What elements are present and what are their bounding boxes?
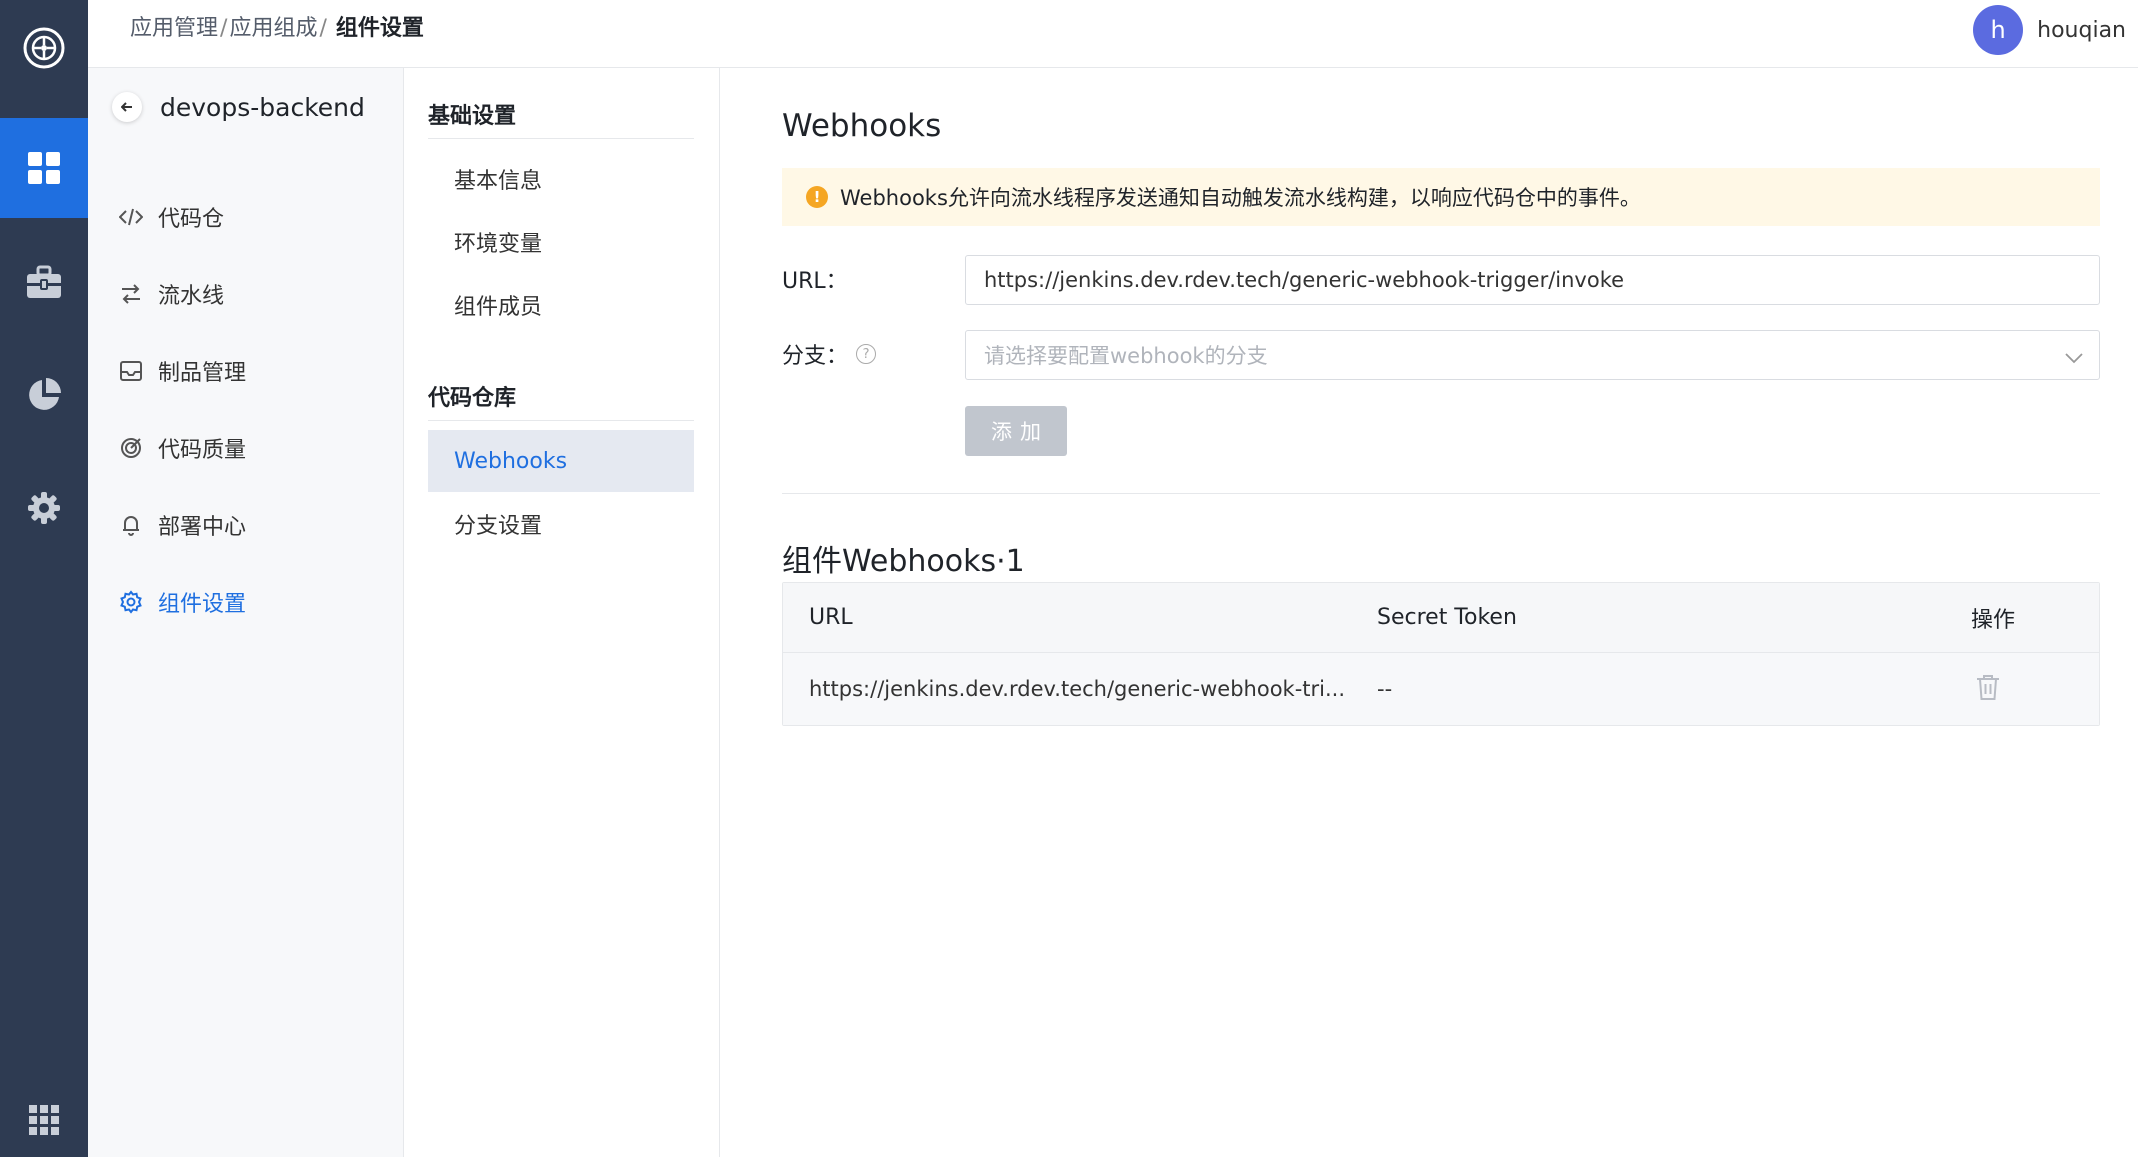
- code-icon: [118, 204, 144, 230]
- pipeline-icon: [118, 281, 144, 307]
- component-sidebar: devops-backend 代码仓 流水线 制品管理 代码质量 部署中心 组件…: [88, 68, 404, 1157]
- bell-icon: [118, 512, 144, 538]
- info-alert: ! Webhooks允许向流水线程序发送通知自动触发流水线构建，以响应代码仓中的…: [782, 168, 2100, 226]
- component-header: devops-backend: [112, 92, 365, 122]
- table-row: https://jenkins.dev.rdev.tech/generic-we…: [783, 653, 2099, 725]
- global-nav-rail: [0, 0, 88, 1157]
- breadcrumb-item[interactable]: 应用组成: [229, 16, 317, 41]
- warning-icon: !: [806, 186, 828, 208]
- avatar[interactable]: h: [1973, 5, 2024, 55]
- column-header-url: URL: [809, 605, 853, 630]
- page-title: Webhooks: [782, 108, 942, 144]
- target-icon: [118, 435, 144, 461]
- app-launcher-icon[interactable]: [0, 1070, 88, 1157]
- settings-icon[interactable]: [0, 458, 88, 558]
- app-root: 应用管理/应用组成/ 组件设置 h houqian devops-backend…: [0, 0, 2138, 1157]
- branch-select[interactable]: 请选择要配置webhook的分支: [965, 330, 2100, 380]
- branch-label: 分支： ?: [782, 338, 877, 370]
- menu-item-label: 代码质量: [158, 437, 247, 463]
- breadcrumb-current: 组件设置: [335, 16, 424, 41]
- menu-item-component-settings[interactable]: 组件设置: [88, 563, 404, 640]
- settings-submenu: 基础设置 基本信息 环境变量 组件成员 代码仓库 Webhooks 分支设置: [404, 68, 720, 1157]
- add-webhook-button[interactable]: 添加: [965, 406, 1067, 456]
- url-input-value: https://jenkins.dev.rdev.tech/generic-we…: [984, 268, 1625, 292]
- inbox-icon: [118, 358, 144, 384]
- main-content: Webhooks ! Webhooks允许向流水线程序发送通知自动触发流水线构建…: [720, 68, 2138, 1157]
- menu-item-label: 制品管理: [158, 360, 247, 386]
- menu-item-code-quality[interactable]: 代码质量: [88, 409, 404, 486]
- submenu-item-webhooks[interactable]: Webhooks: [428, 430, 694, 492]
- logo-icon[interactable]: [22, 26, 66, 70]
- submenu-item-basic-info[interactable]: 基本信息: [428, 148, 694, 210]
- menu-item-pipeline[interactable]: 流水线: [88, 255, 404, 332]
- submenu-group-title: 代码仓库: [428, 380, 694, 421]
- submenu-item-branch-settings[interactable]: 分支设置: [428, 493, 694, 555]
- submenu-item-env-vars[interactable]: 环境变量: [428, 211, 694, 273]
- row-actions: [1971, 673, 2099, 706]
- arrow-left-icon[interactable]: [112, 92, 142, 122]
- apps-grid-icon[interactable]: [0, 118, 88, 218]
- breadcrumb-separator: /: [220, 16, 228, 41]
- menu-item-code-repo[interactable]: 代码仓: [88, 178, 404, 255]
- menu-item-label: 部署中心: [158, 514, 247, 540]
- trash-icon[interactable]: [1975, 673, 2001, 706]
- url-label: URL：: [782, 263, 848, 295]
- table-header: URL Secret Token 操作: [783, 583, 2099, 653]
- column-header-secret-token: Secret Token: [1377, 605, 1517, 630]
- url-label-text: URL：: [782, 269, 848, 294]
- toolbox-icon[interactable]: [0, 232, 88, 332]
- row-secret-token: --: [1377, 677, 1393, 701]
- branch-select-placeholder: 请选择要配置webhook的分支: [984, 344, 1268, 368]
- webhooks-table: URL Secret Token 操作 https://jenkins.dev.…: [782, 582, 2100, 726]
- user-menu[interactable]: h houqian: [1973, 5, 2126, 55]
- divider: [782, 493, 2100, 494]
- menu-item-label: 流水线: [158, 283, 225, 309]
- submenu-group-title: 基础设置: [428, 98, 694, 139]
- component-menu: 代码仓 流水线 制品管理 代码质量 部署中心 组件设置: [88, 178, 404, 640]
- alert-text: Webhooks允许向流水线程序发送通知自动触发流水线构建，以响应代码仓中的事件…: [840, 186, 1641, 210]
- breadcrumb-item[interactable]: 应用管理: [130, 16, 218, 41]
- url-input[interactable]: https://jenkins.dev.rdev.tech/generic-we…: [965, 255, 2100, 305]
- menu-item-label: 组件设置: [158, 591, 247, 617]
- breadcrumb: 应用管理/应用组成/ 组件设置: [130, 14, 424, 44]
- column-header-actions: 操作: [1971, 607, 2016, 633]
- pie-chart-icon[interactable]: [0, 345, 88, 445]
- menu-item-artifacts[interactable]: 制品管理: [88, 332, 404, 409]
- username[interactable]: houqian: [2037, 18, 2126, 43]
- menu-item-deploy-center[interactable]: 部署中心: [88, 486, 404, 563]
- chevron-down-icon: [2065, 345, 2083, 369]
- help-icon[interactable]: ?: [856, 344, 877, 364]
- menu-item-label: 代码仓: [158, 206, 225, 232]
- webhooks-list-title: 组件Webhooks·1: [782, 544, 1025, 579]
- row-url: https://jenkins.dev.rdev.tech/generic-we…: [809, 677, 1346, 701]
- submenu-item-members[interactable]: 组件成员: [428, 274, 694, 336]
- top-bar: 应用管理/应用组成/ 组件设置 h houqian: [88, 0, 2138, 68]
- component-name: devops-backend: [160, 92, 365, 122]
- gear-icon: [118, 589, 144, 615]
- branch-label-text: 分支：: [782, 344, 849, 369]
- breadcrumb-separator: /: [319, 16, 327, 41]
